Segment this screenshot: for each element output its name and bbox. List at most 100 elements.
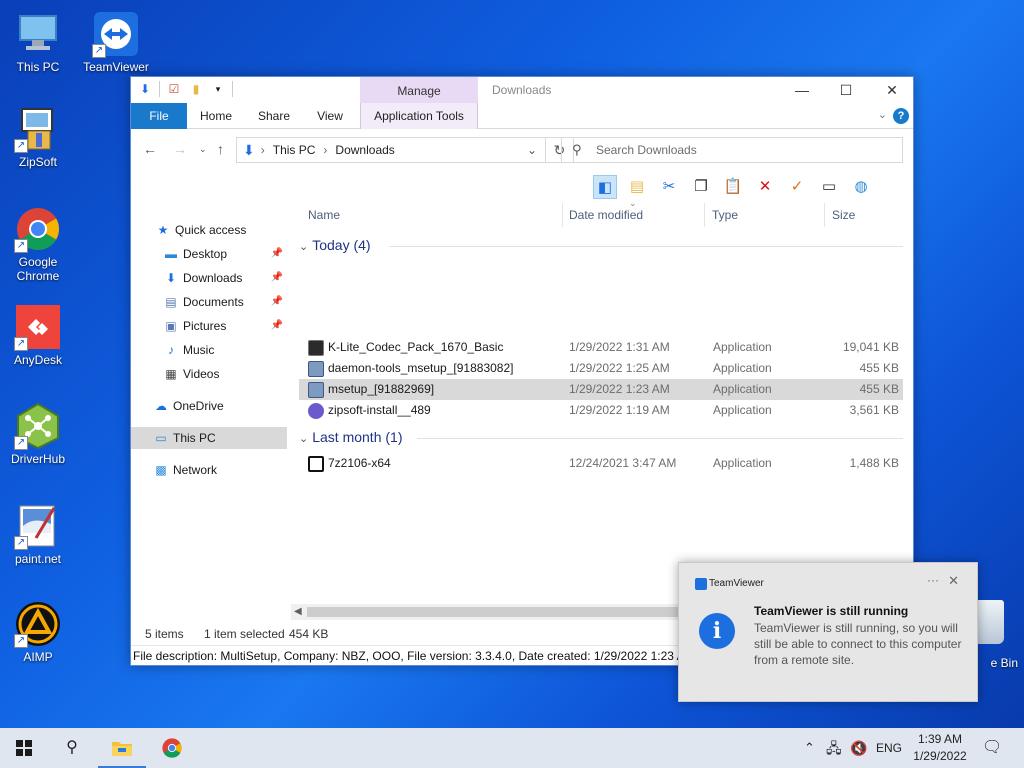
customize-qat-icon[interactable]: ▾ xyxy=(210,81,226,97)
file-type-cell: Application xyxy=(713,456,772,470)
chevron-down-icon[interactable]: ⌄ xyxy=(878,108,887,121)
desktop-icon-paintnet[interactable]: ↗ paint.net xyxy=(0,502,76,566)
shortcut-arrow-icon: ↗ xyxy=(14,239,28,253)
search-input[interactable]: ⚲ Search Downloads xyxy=(561,137,903,163)
desktop-icon-label: DriverHub xyxy=(10,452,65,466)
recent-locations-button[interactable]: ⌄ xyxy=(199,144,207,155)
column-divider[interactable] xyxy=(824,203,825,227)
table-row[interactable]: daemon-tools_msetup_[91883082] 1/29/2022… xyxy=(299,358,903,379)
document-icon: ▤ xyxy=(165,295,177,309)
maximize-button[interactable]: ☐ xyxy=(823,77,869,103)
column-divider[interactable] xyxy=(562,203,563,227)
globe-icon[interactable]: ◍ xyxy=(849,175,873,199)
rename-check-icon[interactable]: ✓ xyxy=(785,175,809,199)
delete-icon[interactable]: ✕ xyxy=(753,175,777,199)
more-options-icon[interactable]: ··· xyxy=(927,573,939,587)
network-status-icon[interactable]: 🖧 xyxy=(826,728,842,768)
notifications-icon[interactable]: 🗨 xyxy=(982,728,1002,768)
close-icon[interactable]: ✕ xyxy=(948,573,959,589)
desktop-icon-teamviewer[interactable]: ↗ TeamViewer xyxy=(78,10,154,74)
tab-application-tools[interactable]: Application Tools xyxy=(360,103,478,129)
properties-icon[interactable]: ▭ xyxy=(817,175,841,199)
pin-icon: 📌 xyxy=(270,296,283,307)
close-button[interactable]: ✕ xyxy=(869,77,915,103)
download-arrow-icon: ⬇ xyxy=(165,271,177,285)
nav-downloads[interactable]: ⬇ Downloads 📌 xyxy=(131,267,287,289)
volume-muted-icon[interactable]: 🔇 xyxy=(850,728,867,768)
preview-pane-icon[interactable]: ◧ xyxy=(593,175,617,199)
start-button[interactable] xyxy=(0,728,48,768)
input-language[interactable]: ENG xyxy=(876,728,902,768)
nav-this-pc[interactable]: ▭ This PC xyxy=(131,427,287,449)
forward-button[interactable]: → xyxy=(173,141,187,157)
chevron-down-icon[interactable]: ⌄ xyxy=(527,143,537,157)
aimp-icon: ↗ xyxy=(14,600,62,648)
nav-onedrive[interactable]: ☁ OneDrive xyxy=(131,395,287,417)
nav-quick-access[interactable]: ★ Quick access xyxy=(131,219,287,241)
driverhub-icon: ↗ xyxy=(14,402,62,450)
properties-icon[interactable]: ☑ xyxy=(166,81,182,97)
desktop-icon-zipsoft[interactable]: ↗ ZipSoft xyxy=(0,105,76,169)
minimize-button[interactable]: — xyxy=(779,77,825,103)
new-folder-icon[interactable]: ▮ xyxy=(188,81,204,97)
tab-share[interactable]: Share xyxy=(251,103,297,129)
desktop-icon-anydesk[interactable]: ↗ AnyDesk xyxy=(0,303,76,367)
column-header-type[interactable]: Type xyxy=(712,207,738,227)
shortcut-arrow-icon: ↗ xyxy=(14,337,28,351)
table-row[interactable]: K-Lite_Codec_Pack_1670_Basic 1/29/2022 1… xyxy=(299,337,903,358)
desktop-icon-this-pc[interactable]: This PC xyxy=(0,10,76,74)
group-header-last-month[interactable]: ⌄ Last month (1) xyxy=(299,429,903,445)
folder-options-icon[interactable]: ▤ xyxy=(625,175,649,199)
column-header-size[interactable]: Size xyxy=(832,207,855,227)
nav-network[interactable]: ▩ Network xyxy=(131,459,287,481)
group-header-today[interactable]: ⌄ Today (4) xyxy=(299,237,903,253)
shortcut-arrow-icon: ↗ xyxy=(14,634,28,648)
table-row[interactable]: msetup_[91882969] 1/29/2022 1:23 AM Appl… xyxy=(299,379,903,400)
taskbar-search-button[interactable]: ⚲ xyxy=(48,728,96,768)
breadcrumb-this-pc[interactable]: This PC xyxy=(273,143,316,157)
path-separator-icon: › xyxy=(260,143,265,157)
copy-icon[interactable]: ❐ xyxy=(689,175,713,199)
column-header-date[interactable]: Date modified xyxy=(569,207,643,227)
network-icon: ▩ xyxy=(155,463,167,477)
teamviewer-toast[interactable]: TeamViewer ··· ✕ i TeamViewer is still r… xyxy=(678,562,978,702)
file-type-cell: Application xyxy=(713,403,772,417)
klite-app-icon xyxy=(308,339,324,356)
nav-videos[interactable]: ▦ Videos xyxy=(131,363,287,385)
file-size-cell: 19,041 KB xyxy=(842,340,899,354)
column-divider[interactable] xyxy=(704,203,705,227)
desktop-icon-chrome[interactable]: ↗ Google Chrome xyxy=(0,205,76,283)
tab-home[interactable]: Home xyxy=(193,103,239,129)
back-button[interactable]: ← xyxy=(143,141,157,157)
breadcrumb-downloads[interactable]: Downloads xyxy=(335,143,394,157)
help-icon[interactable]: ? xyxy=(893,108,909,124)
nav-desktop[interactable]: ▬ Desktop 📌 xyxy=(131,243,287,265)
table-row[interactable]: zipsoft-install__489 1/29/2022 1:19 AM A… xyxy=(299,400,903,421)
tab-file[interactable]: File xyxy=(131,103,187,129)
setup-app-icon xyxy=(308,381,324,398)
nav-documents[interactable]: ▤ Documents 📌 xyxy=(131,291,287,313)
table-row[interactable]: 7z2106-x64 12/24/2021 3:47 AM Applicatio… xyxy=(299,453,903,474)
file-type-cell: Application xyxy=(713,382,772,396)
column-header-name[interactable]: Name xyxy=(308,207,340,227)
taskbar-chrome[interactable] xyxy=(148,728,196,768)
taskbar-file-explorer[interactable] xyxy=(98,728,146,768)
tab-view[interactable]: View xyxy=(307,103,353,129)
nav-pictures[interactable]: ▣ Pictures 📌 xyxy=(131,315,287,337)
nav-music[interactable]: ♪ Music xyxy=(131,339,287,361)
desktop-icon-driverhub[interactable]: ↗ DriverHub xyxy=(0,402,76,466)
cut-icon[interactable]: ✂ xyxy=(657,175,681,199)
zipsoft-icon: ↗ xyxy=(14,105,62,153)
desktop-icon-aimp[interactable]: ↗ AIMP xyxy=(0,600,76,664)
show-hidden-icons-chevron-icon[interactable]: ⌃ xyxy=(804,728,815,768)
clock[interactable]: 1:39 AM 1/29/2022 xyxy=(908,731,972,765)
paste-icon[interactable]: 📋 xyxy=(721,175,745,199)
chrome-icon xyxy=(162,738,182,758)
teamviewer-icon: ↗ xyxy=(92,10,140,58)
status-item-count: 5 items xyxy=(145,627,184,641)
address-bar[interactable]: ⬇ › This PC › Downloads ⌄ xyxy=(236,137,546,163)
file-date-cell: 1/29/2022 1:19 AM xyxy=(569,403,670,417)
scroll-left-icon[interactable]: ◀ xyxy=(294,604,302,620)
up-button[interactable]: ↑ xyxy=(217,141,224,157)
file-name-cell: zipsoft-install__489 xyxy=(308,400,431,421)
